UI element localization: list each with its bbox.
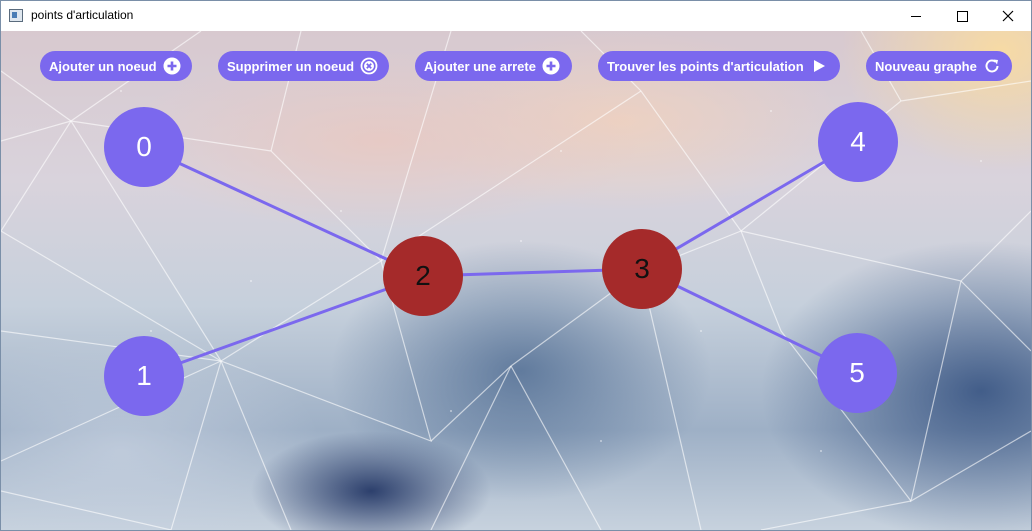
articulation-node-2[interactable]: 2 bbox=[383, 236, 463, 316]
find-articulation-label: Trouver les points d'articulation bbox=[607, 58, 804, 74]
close-circle-icon bbox=[360, 57, 378, 75]
close-button[interactable] bbox=[985, 1, 1031, 31]
node-label: 0 bbox=[136, 131, 152, 162]
articulation-node-3[interactable]: 3 bbox=[602, 229, 682, 309]
add-node-button[interactable]: Ajouter un noeud bbox=[40, 51, 192, 81]
close-icon bbox=[1002, 10, 1014, 22]
edge-0-2[interactable] bbox=[143, 145, 424, 278]
play-icon bbox=[813, 60, 825, 72]
maximize-icon bbox=[956, 10, 968, 22]
remove-node-button[interactable]: Supprimer un noeud bbox=[218, 51, 389, 81]
add-edge-label: Ajouter une arrete bbox=[424, 58, 536, 74]
graph-node-4[interactable]: 4 bbox=[818, 102, 898, 182]
new-graph-label: Nouveau graphe bbox=[875, 58, 977, 74]
add-node-label: Ajouter un noeud bbox=[49, 58, 157, 74]
plus-circle-icon bbox=[542, 57, 560, 75]
graph-node-1[interactable]: 1 bbox=[104, 336, 184, 416]
app-window: points d'articulation Ajouter un noeud S… bbox=[0, 0, 1032, 531]
maximize-button[interactable] bbox=[939, 1, 985, 31]
new-graph-button[interactable]: Nouveau graphe bbox=[866, 51, 1012, 81]
minimize-icon bbox=[911, 15, 921, 17]
graph-node-0[interactable]: 0 bbox=[104, 107, 184, 187]
app-icon bbox=[9, 9, 23, 22]
node-label: 5 bbox=[849, 357, 865, 388]
title-bar: points d'articulation bbox=[1, 1, 1031, 31]
edge-1-2[interactable] bbox=[143, 274, 424, 378]
node-label: 4 bbox=[850, 126, 866, 157]
node-label: 1 bbox=[136, 360, 152, 391]
node-label: 3 bbox=[634, 253, 650, 284]
graph-canvas[interactable]: Ajouter un noeud Supprimer un noeud Ajou… bbox=[1, 31, 1031, 530]
add-edge-button[interactable]: Ajouter une arrete bbox=[415, 51, 572, 81]
find-articulation-points-button[interactable]: Trouver les points d'articulation bbox=[598, 51, 840, 81]
window-title: points d'articulation bbox=[31, 8, 134, 22]
minimize-button[interactable] bbox=[893, 1, 939, 31]
remove-node-label: Supprimer un noeud bbox=[227, 58, 355, 74]
node-label: 2 bbox=[415, 260, 431, 291]
plus-circle-icon bbox=[163, 57, 181, 75]
graph-node-5[interactable]: 5 bbox=[817, 333, 897, 413]
refresh-icon bbox=[985, 59, 999, 73]
